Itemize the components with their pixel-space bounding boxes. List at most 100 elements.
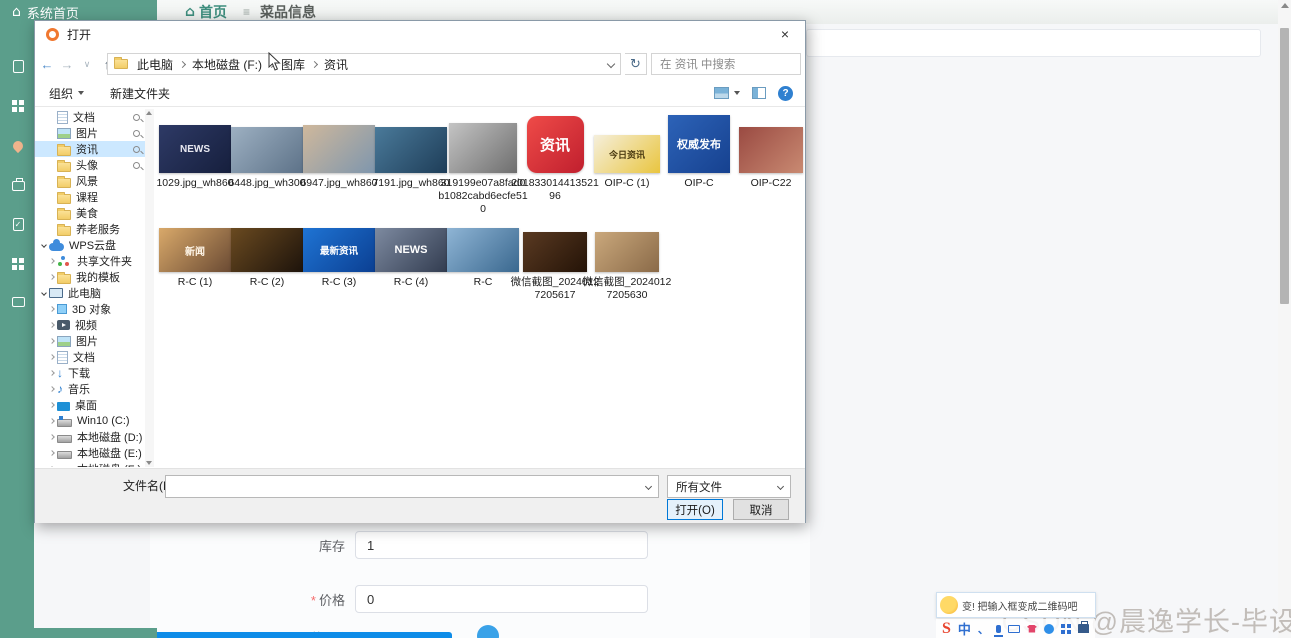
tree-item-本地磁盘 (E:)[interactable]: 本地磁盘 (E:) (35, 445, 145, 461)
tree-item-本地磁盘 (F:)[interactable]: 本地磁盘 (F:) (35, 461, 145, 467)
modules-grid-icon[interactable] (10, 98, 26, 114)
history-chevron-icon[interactable]: ∨ (79, 59, 95, 70)
tree-item-我的模板[interactable]: 我的模板 (35, 269, 145, 285)
card-icon[interactable] (10, 294, 26, 310)
breadcrumb-item[interactable]: 资讯 (320, 56, 352, 73)
file-item[interactable]: 微信截图_20240127205617 (511, 224, 599, 302)
file-item[interactable]: 资讯 20183301441352196 (511, 113, 599, 203)
dialog-titlebar[interactable]: 打开 (35, 21, 805, 47)
help-icon[interactable]: ? (778, 85, 793, 101)
expand-icon[interactable] (47, 306, 57, 312)
refresh-icon[interactable]: ↻ (625, 53, 647, 75)
price-input[interactable] (355, 585, 648, 613)
back-icon[interactable]: ← (39, 57, 55, 72)
audit-check-icon[interactable]: ✓ (10, 216, 26, 232)
expand-icon[interactable] (47, 386, 57, 392)
filename-input[interactable] (165, 475, 659, 498)
file-item[interactable]: 权威发布 OIP-C (663, 113, 735, 190)
search-input[interactable]: 在 资讯 中搜索 (651, 53, 801, 75)
collapse-icon[interactable] (39, 290, 49, 296)
expand-icon[interactable] (47, 274, 57, 280)
file-item[interactable]: 今日资讯 OIP-C (1) (591, 113, 663, 190)
tree-item-图片[interactable]: 图片 (35, 333, 145, 349)
page-scrollbar[interactable] (1278, 0, 1291, 638)
tree-item-WPS云盘[interactable]: WPS云盘 (35, 237, 145, 253)
tree-item-桌面[interactable]: 桌面 (35, 397, 145, 413)
file-item[interactable]: 最新资讯 R-C (3) (303, 224, 375, 289)
expand-icon[interactable] (47, 418, 57, 424)
dish-form-input[interactable] (806, 29, 1261, 57)
tree-item-文档[interactable]: 文档 (35, 109, 145, 125)
file-item[interactable]: 6947.jpg_wh860 (300, 113, 378, 190)
tree-item-视频[interactable]: 视频 (35, 317, 145, 333)
tree-item-音乐[interactable]: ♪ 音乐 (35, 381, 145, 397)
expand-icon[interactable] (47, 354, 57, 360)
tree-item-课程[interactable]: 课程 (35, 189, 145, 205)
scroll-up-icon[interactable] (1281, 3, 1289, 8)
address-dropdown-icon[interactable] (606, 59, 616, 69)
close-icon[interactable]: × (769, 23, 801, 44)
tab-dish-info[interactable]: 菜品信息 (260, 2, 316, 22)
scroll-down-icon[interactable] (146, 461, 152, 465)
view-mode-button[interactable] (714, 87, 740, 99)
forward-icon[interactable]: → (59, 57, 75, 72)
breadcrumb-item[interactable]: 本地磁盘 (F:) (188, 56, 266, 73)
tree-item-风景[interactable]: 风景 (35, 173, 145, 189)
skin-icon[interactable] (1026, 624, 1037, 633)
file-item[interactable]: 319199e07a8fad0b1082cabd6ecfe510 (438, 113, 528, 216)
open-button[interactable]: 打开(O) (667, 499, 723, 520)
tree-item-养老服务[interactable]: 养老服务 (35, 221, 145, 237)
tree-item-下载[interactable]: ↓ 下载 (35, 365, 145, 381)
apps-grid-icon[interactable] (1060, 623, 1065, 628)
tree-item-共享文件夹[interactable]: 共享文件夹 (35, 253, 145, 269)
scrollbar-thumb[interactable] (1280, 28, 1289, 304)
expand-icon[interactable] (47, 322, 57, 328)
tree-item-美食[interactable]: 美食 (35, 205, 145, 221)
filetype-select[interactable]: 所有文件 (667, 475, 791, 498)
tree-item-图片[interactable]: 图片 (35, 125, 145, 141)
file-item[interactable]: R-C (2) (231, 224, 303, 289)
location-pin-icon[interactable] (10, 138, 26, 154)
file-item[interactable]: R-C (447, 224, 519, 289)
file-item[interactable]: OIP-C22 (735, 113, 807, 190)
tree-item-3D 对象[interactable]: 3D 对象 (35, 301, 145, 317)
expand-icon[interactable] (47, 370, 57, 376)
new-folder-button[interactable]: 新建文件夹 (110, 85, 170, 102)
apps-grid-icon[interactable] (10, 256, 26, 272)
chinese-mode-toggle[interactable]: 中 (958, 619, 971, 638)
scroll-up-icon[interactable] (146, 111, 152, 115)
address-bar[interactable]: 此电脑 本地磁盘 (F:) 图库 资讯 (107, 53, 621, 75)
tree-item-此电脑[interactable]: 此电脑 (35, 285, 145, 301)
clipboard-icon[interactable] (10, 58, 26, 74)
file-item[interactable]: 7191.jpg_wh860 (372, 113, 450, 190)
tree-item-头像[interactable]: 头像 (35, 157, 145, 173)
collapse-icon[interactable] (39, 242, 49, 248)
toolbox-icon[interactable] (1077, 621, 1089, 633)
chevron-down-icon[interactable] (644, 482, 653, 491)
tree-item-资讯[interactable]: 资讯 (35, 141, 145, 157)
file-item[interactable]: 微信截图_20240127205630 (583, 224, 671, 302)
tree-item-本地磁盘 (D:)[interactable]: 本地磁盘 (D:) (35, 429, 145, 445)
sogou-logo[interactable]: S (942, 620, 951, 638)
expand-icon[interactable] (47, 338, 57, 344)
expand-icon[interactable] (47, 450, 57, 456)
emoji-icon[interactable] (1043, 623, 1054, 634)
file-item[interactable]: NEWS R-C (4) (375, 224, 447, 289)
tree-item-文档[interactable]: 文档 (35, 349, 145, 365)
expand-icon[interactable] (47, 402, 57, 408)
file-item[interactable]: NEWS 1029.jpg_wh860 (156, 113, 234, 190)
expand-icon[interactable] (47, 434, 57, 440)
briefcase-icon[interactable] (10, 178, 26, 194)
keyboard-icon[interactable] (1007, 624, 1020, 633)
expand-icon[interactable] (47, 258, 57, 264)
stock-input[interactable] (355, 531, 648, 559)
file-item[interactable]: 6448.jpg_wh300 (228, 113, 306, 190)
tree-item-Win10 (C:)[interactable]: Win10 (C:) (35, 413, 145, 429)
cancel-button[interactable]: 取消 (733, 499, 789, 520)
breadcrumb-item[interactable]: 此电脑 (133, 56, 177, 73)
punctuation-icon[interactable]: 、 (978, 621, 989, 637)
organize-button[interactable]: 组织 (49, 85, 85, 102)
tab-home[interactable]: ⌂ 首页 (185, 2, 227, 22)
voice-icon[interactable] (993, 624, 1003, 637)
preview-pane-icon[interactable] (752, 87, 766, 99)
